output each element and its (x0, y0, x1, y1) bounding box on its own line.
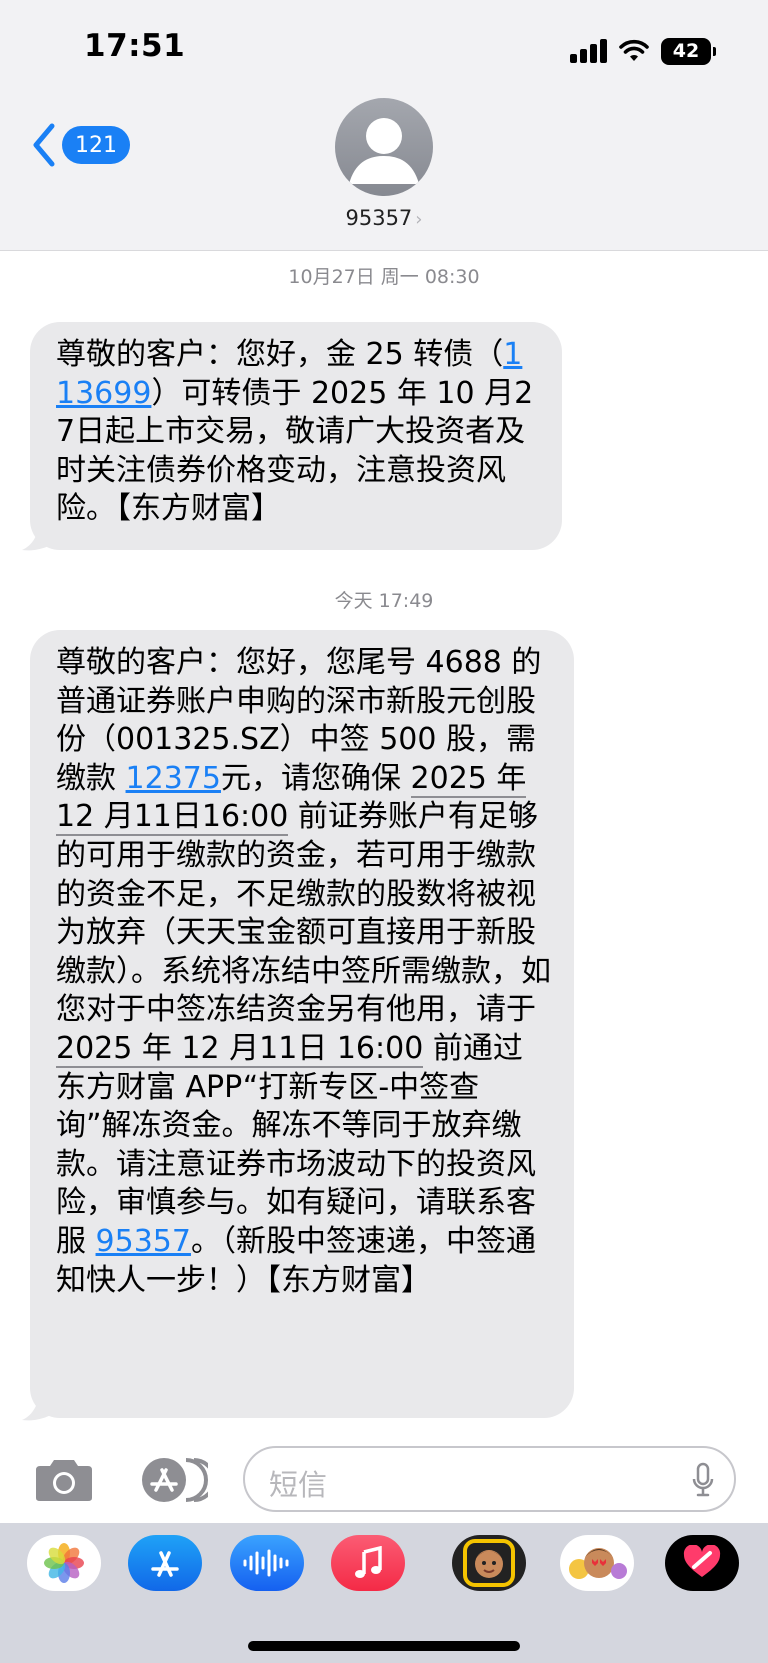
contact-avatar[interactable] (335, 98, 433, 196)
chevron-right-icon: › (415, 209, 423, 230)
battery-level: 42 (661, 37, 711, 65)
input-placeholder: 短信 (269, 1468, 328, 1502)
cellular-signal-icon (570, 39, 607, 63)
contact-name-button[interactable]: 95357 › (0, 206, 768, 230)
audio-message-app-icon[interactable] (230, 1535, 304, 1591)
chevron-left-icon (33, 123, 55, 167)
fitness-app-icon[interactable] (665, 1535, 739, 1591)
unread-count-badge: 121 (62, 126, 130, 164)
camera-icon[interactable] (34, 1456, 94, 1502)
back-button[interactable]: 121 (30, 122, 130, 168)
message-timestamp: 今天 17:49 (334, 590, 434, 612)
message-bubble[interactable]: 尊敬的客户：您好，您尾号 4688 的普通证券账户申购的深市新股元创股份（001… (30, 630, 574, 1418)
message-bubble[interactable]: 尊敬的客户：您好，金 25 转债（113699）可转债于 2025 年 10 月… (30, 322, 562, 550)
message-link[interactable]: 95357 (96, 1224, 191, 1259)
battery-icon: 42 (661, 37, 716, 65)
memoji-app-icon[interactable] (452, 1535, 526, 1591)
conversation-header: 17:51 42 121 95357 › (0, 0, 768, 251)
music-app-icon[interactable] (331, 1535, 405, 1591)
contact-name: 95357 (345, 206, 413, 230)
microphone-icon[interactable] (692, 1462, 714, 1498)
message-text: 元，请您确保 (220, 760, 411, 796)
app-store-app-icon[interactable] (128, 1535, 202, 1591)
app-store-icon[interactable] (136, 1456, 208, 1504)
message-input[interactable]: 短信 (243, 1446, 736, 1512)
memoji-stickers-app-icon[interactable] (560, 1535, 634, 1591)
message-timestamp: 10月27日 周一 08:30 (288, 266, 480, 288)
person-icon (349, 118, 419, 184)
status-icons: 42 (570, 36, 716, 66)
status-time: 17:51 (84, 28, 186, 64)
message-link[interactable]: 12375 (126, 761, 221, 796)
message-date-link[interactable]: 2025 年 12 月11日 16:00 (56, 1030, 424, 1068)
app-drawer (0, 1523, 768, 1663)
message-text: 尊敬的客户：您好，金 25 转债（ (56, 337, 504, 372)
wifi-icon (619, 39, 649, 61)
home-indicator (248, 1641, 520, 1651)
photos-app-icon[interactable] (27, 1535, 101, 1591)
